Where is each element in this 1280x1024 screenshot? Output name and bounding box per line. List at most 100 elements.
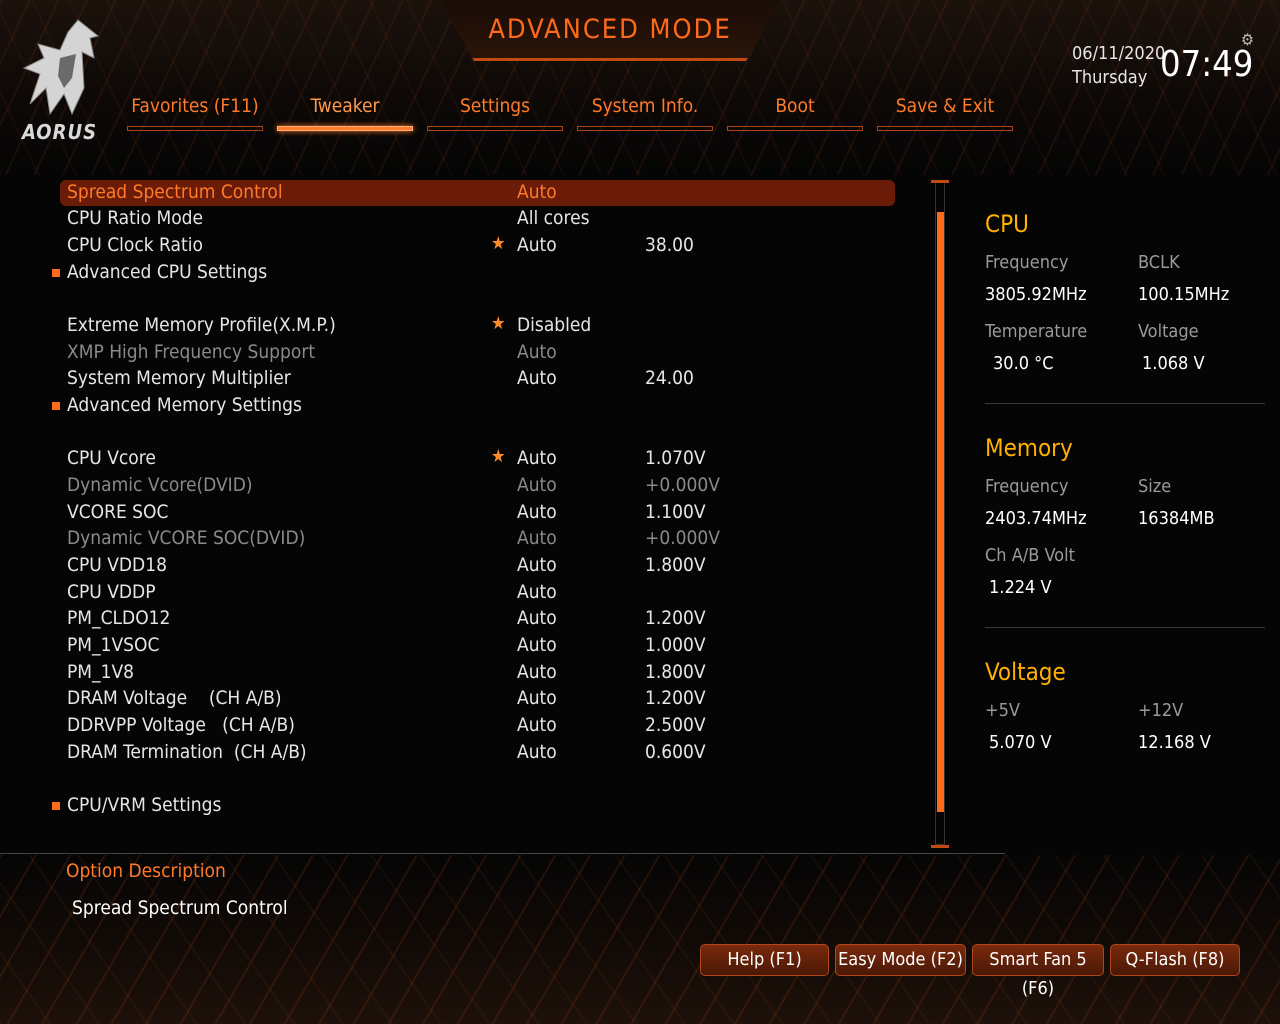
setting-row[interactable]: Dynamic Vcore(DVID) Auto +0.000V	[0, 473, 900, 499]
setting-row[interactable]: System Memory Multiplier Auto 24.00	[0, 366, 900, 392]
setting-value[interactable]: All cores	[517, 207, 590, 229]
page-title: ADVANCED MODE	[488, 14, 732, 45]
memory-chvolt-label: Ch A/B Volt	[985, 545, 1075, 566]
setting-row[interactable]: CPU VDDP Auto	[0, 580, 900, 606]
setting-label: CPU VDDP	[67, 581, 156, 603]
tab-boot[interactable]: Boot	[727, 95, 863, 131]
memory-section-title: Memory	[985, 434, 1073, 462]
memory-frequency-value: 2403.74MHz	[985, 508, 1087, 529]
setting-label: CPU VDD18	[67, 554, 167, 576]
setting-current-value: 1.200V	[645, 687, 706, 709]
date-display: 06/11/2020 Thursday	[1072, 42, 1165, 90]
star-icon: ★	[491, 313, 506, 334]
gear-icon[interactable]: ⚙	[1241, 30, 1254, 49]
memory-size-value: 16384MB	[1138, 508, 1215, 529]
tab-label: Save & Exit	[895, 95, 995, 117]
setting-label: Dynamic VCORE SOC(DVID)	[67, 527, 306, 549]
scrollbar-cap-bottom	[931, 845, 949, 848]
setting-row[interactable]: Advanced Memory Settings	[0, 393, 900, 419]
tab-tweaker[interactable]: Tweaker	[277, 95, 413, 131]
setting-row[interactable]: PM_1V8 Auto 1.800V	[0, 660, 900, 686]
setting-value[interactable]: Auto	[517, 474, 557, 496]
date-text: 06/11/2020	[1072, 43, 1166, 64]
submenu-bullet-icon	[52, 269, 60, 277]
setting-value[interactable]: Auto	[517, 181, 557, 203]
logo-text: AORUS	[22, 120, 98, 144]
setting-label: CPU Ratio Mode	[67, 207, 204, 229]
setting-current-value: +0.000V	[645, 527, 720, 549]
setting-row[interactable]: PM_1VSOC Auto 1.000V	[0, 633, 900, 659]
setting-current-value: 24.00	[645, 367, 694, 389]
tab-settings[interactable]: Settings	[427, 95, 563, 131]
setting-row[interactable]: Extreme Memory Profile(X.M.P.) ★ Disabled	[0, 313, 900, 339]
cpu-temperature-value: 30.0 °C	[993, 353, 1054, 374]
setting-row[interactable]: CPU VDD18 Auto 1.800V	[0, 553, 900, 579]
setting-row[interactable]: Dynamic VCORE SOC(DVID) Auto +0.000V	[0, 526, 900, 552]
setting-current-value: 1.100V	[645, 501, 706, 523]
setting-label: PM_CLDO12	[67, 607, 171, 629]
setting-row[interactable]: CPU Ratio Mode All cores	[0, 206, 900, 232]
setting-row[interactable]: Spread Spectrum Control Auto	[60, 180, 895, 206]
clock-time: 07:49	[1160, 44, 1254, 85]
setting-value[interactable]: Auto	[517, 661, 557, 683]
setting-current-value: 38.00	[645, 234, 694, 256]
setting-value[interactable]: Auto	[517, 501, 557, 523]
scrollbar-cap-top	[931, 180, 949, 183]
setting-value[interactable]: Auto	[517, 607, 557, 629]
cpu-bclk-label: BCLK	[1138, 252, 1180, 273]
tab-system-info[interactable]: System Info.	[577, 95, 713, 131]
setting-value[interactable]: Auto	[517, 741, 557, 763]
setting-current-value: 1.200V	[645, 607, 706, 629]
setting-row[interactable]: Advanced CPU Settings	[0, 260, 900, 286]
setting-value[interactable]: Auto	[517, 714, 557, 736]
setting-row[interactable]: XMP High Frequency Support Auto	[0, 340, 900, 366]
setting-label: VCORE SOC	[67, 501, 169, 523]
setting-value[interactable]: Auto	[517, 634, 557, 656]
setting-label: DRAM Voltage (CH A/B)	[67, 687, 282, 709]
setting-label: DDRVPP Voltage (CH A/B)	[67, 714, 295, 736]
panel-divider	[985, 627, 1265, 628]
setting-value[interactable]: Auto	[517, 341, 557, 363]
setting-row[interactable]: PM_CLDO12 Auto 1.200V	[0, 606, 900, 632]
tab-label: System Info.	[591, 95, 699, 117]
voltage-5v-value: 5.070 V	[989, 732, 1052, 753]
q-flash-button[interactable]: Q-Flash (F8)	[1110, 944, 1240, 976]
panel-divider	[985, 403, 1265, 404]
scrollbar-thumb[interactable]	[937, 212, 944, 812]
star-icon: ★	[491, 446, 506, 467]
setting-row[interactable]: DRAM Voltage (CH A/B) Auto 1.200V	[0, 686, 900, 712]
tab-favorites[interactable]: Favorites (F11)	[127, 95, 263, 131]
setting-row[interactable]: CPU/VRM Settings	[0, 793, 900, 819]
setting-row[interactable]: VCORE SOC Auto 1.100V	[0, 500, 900, 526]
tab-label: Boot	[775, 95, 815, 117]
cpu-voltage-value: 1.068 V	[1142, 353, 1205, 374]
setting-row[interactable]: DRAM Termination (CH A/B) Auto 0.600V	[0, 740, 900, 766]
voltage-12v-label: +12V	[1138, 700, 1184, 721]
setting-row[interactable]: CPU Clock Ratio ★ Auto 38.00	[0, 233, 900, 259]
setting-value[interactable]: Auto	[517, 234, 557, 256]
setting-label: System Memory Multiplier	[67, 367, 291, 389]
setting-value[interactable]: Auto	[517, 527, 557, 549]
setting-row[interactable]: DDRVPP Voltage (CH A/B) Auto 2.500V	[0, 713, 900, 739]
setting-label: CPU/VRM Settings	[67, 794, 222, 816]
setting-label: DRAM Termination (CH A/B)	[67, 741, 307, 763]
setting-value[interactable]: Auto	[517, 687, 557, 709]
tab-save-exit[interactable]: Save & Exit	[877, 95, 1013, 131]
help-button[interactable]: Help (F1)	[700, 944, 829, 976]
easy-mode-button[interactable]: Easy Mode (F2)	[835, 944, 966, 976]
smart-fan-button[interactable]: Smart Fan 5 (F6)	[972, 944, 1104, 999]
cpu-section-title: CPU	[985, 210, 1029, 238]
setting-label: Advanced CPU Settings	[67, 261, 268, 283]
day-text: Thursday	[1072, 67, 1148, 88]
setting-value[interactable]: Auto	[517, 447, 557, 469]
cpu-voltage-label: Voltage	[1138, 321, 1199, 342]
setting-value[interactable]: Auto	[517, 581, 557, 603]
setting-current-value: 1.070V	[645, 447, 706, 469]
setting-value[interactable]: Disabled	[517, 314, 591, 336]
setting-value[interactable]: Auto	[517, 367, 557, 389]
cpu-bclk-value: 100.15MHz	[1138, 284, 1230, 305]
setting-current-value: 1.800V	[645, 554, 706, 576]
memory-size-label: Size	[1138, 476, 1172, 497]
setting-value[interactable]: Auto	[517, 554, 557, 576]
setting-row[interactable]: CPU Vcore ★ Auto 1.070V	[0, 446, 900, 472]
